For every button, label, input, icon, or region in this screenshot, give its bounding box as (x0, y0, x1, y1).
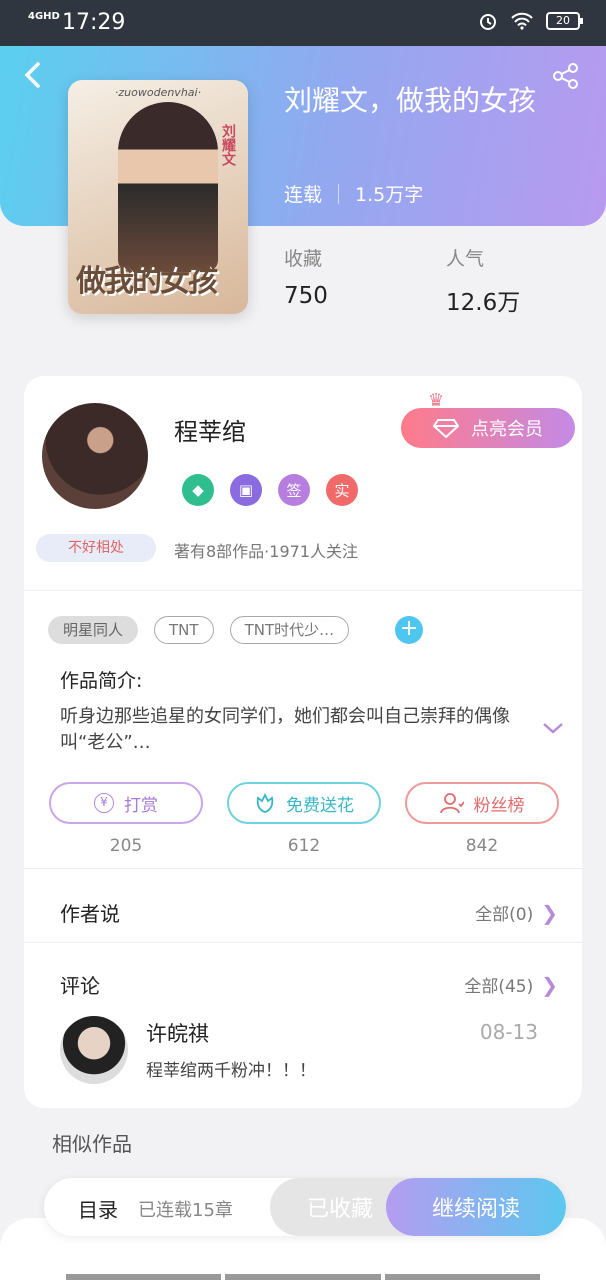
author-avatar[interactable] (42, 403, 148, 509)
tag-chip[interactable]: TNT时代少… (229, 616, 350, 644)
favorites-value: 750 (284, 283, 328, 309)
fans-count: 842 (465, 836, 499, 856)
flower-action: 免费送花 612 (227, 782, 381, 856)
favorites-label: 收藏 (284, 248, 323, 270)
comments-more[interactable]: 全部(45) ❯ (464, 972, 558, 998)
fans-action: 粉丝榜 842 (405, 782, 559, 856)
author-says-heading: 作者说 (60, 902, 120, 926)
bottom-action-bar: 目录 已连载15章 已收藏 继续阅读 (44, 1178, 566, 1236)
meta-divider (338, 183, 340, 204)
fans-ranking-button[interactable]: 粉丝榜 (405, 782, 559, 824)
tip-label: 打赏 (124, 795, 158, 816)
calendar-icon[interactable]: ▣ (230, 474, 262, 506)
action-buttons: ¥ 打赏 205 免费送花 612 粉丝榜 842 (49, 782, 559, 856)
comment-date: 08-13 (479, 1020, 538, 1044)
share-button[interactable] (552, 62, 580, 94)
signed-badge[interactable]: 签 (278, 474, 310, 506)
add-tag-button[interactable]: + (395, 616, 424, 644)
expand-intro-button[interactable] (542, 716, 564, 740)
tag-chip[interactable]: TNT (154, 616, 214, 644)
book-cover[interactable]: ·zuowodenvhai· 刘耀文 做我的女孩 (68, 80, 248, 314)
share-icon (553, 63, 578, 89)
status-time: 17:29 (62, 10, 126, 35)
commenter-avatar[interactable] (60, 1016, 128, 1084)
cover-subtitle: ·zuowodenvhai· (114, 86, 202, 99)
author-badges: ◆ ▣ 签 实 (182, 474, 358, 506)
toc-button[interactable]: 目录 (78, 1194, 118, 1223)
author-stats: 著有8部作品·1971人关注 (174, 542, 358, 561)
battery-icon: 20 (546, 12, 583, 30)
book-title: 刘耀文，做我的女孩 (284, 84, 537, 117)
flower-icon (256, 792, 274, 813)
favorites-stat: 收藏 750 (284, 244, 328, 309)
alarm-icon (480, 14, 496, 30)
yen-icon: ¥ (94, 793, 114, 813)
intro-text[interactable]: 听身边那些追星的女同学们，她们都会叫自己崇拜的偶像叫“老公”… (60, 704, 530, 756)
tip-button[interactable]: ¥ 打赏 (49, 782, 203, 824)
send-flower-button[interactable]: 免费送花 (227, 782, 381, 824)
tip-count: 205 (109, 836, 143, 856)
fans-ranking-label: 粉丝榜 (473, 795, 525, 816)
popularity-value: 12.6万 (446, 290, 521, 316)
divider (24, 942, 582, 943)
vip-button-label: 点亮会员 (471, 419, 543, 440)
book-status: 连载 (284, 184, 323, 206)
chapter-count: 已连载15章 (138, 1200, 233, 1221)
tip-action: ¥ 打赏 205 (49, 782, 203, 856)
chevron-left-icon (24, 62, 40, 88)
book-meta: 连载 1.5万字 (284, 180, 423, 207)
status-bar: 4GHD 17:29 20 (0, 0, 606, 46)
similar-works-heading: 相似作品 (52, 1132, 132, 1156)
vip-button[interactable]: 点亮会员 (401, 408, 575, 448)
tag-chip[interactable]: 明星同人 (48, 616, 139, 644)
verified-badge[interactable]: 实 (326, 474, 358, 506)
flower-count: 612 (287, 836, 321, 856)
network-indicator: 4GHD (28, 11, 60, 22)
chevron-right-icon: ❯ (541, 900, 558, 925)
send-flower-label: 免费送花 (286, 795, 354, 816)
divider (24, 868, 582, 869)
cover-side-text: 刘耀文 (220, 124, 236, 166)
chevron-right-icon: ❯ (541, 972, 558, 997)
status-icons: 20 (478, 11, 583, 31)
author-tag-pill: 不好相处 (36, 534, 156, 562)
popularity-label: 人气 (446, 248, 485, 270)
word-count: 1.5万字 (355, 184, 424, 206)
book-detail-card: 程莘绾 ♛ 点亮会员 ◆ ▣ 签 实 不好相处 著有8部作品·1971人关注 明… (24, 376, 582, 1108)
back-button[interactable] (22, 60, 42, 98)
cover-illustration (118, 102, 218, 272)
author-name[interactable]: 程莘绾 (174, 412, 246, 447)
popularity-stat: 人气 12.6万 (446, 244, 520, 317)
diamond-icon (433, 419, 459, 438)
divider (24, 590, 582, 591)
system-nav-bar (66, 1274, 540, 1280)
diamond-icon[interactable]: ◆ (182, 474, 214, 506)
continue-reading-button[interactable]: 继续阅读 (386, 1178, 566, 1236)
author-says-more[interactable]: 全部(0) ❯ (475, 900, 558, 926)
fans-icon (439, 793, 464, 814)
chevron-down-icon (543, 723, 563, 734)
wifi-icon (511, 12, 533, 30)
commenter-name[interactable]: 许皖祺 (146, 1018, 209, 1048)
comments-count: 全部(45) (464, 977, 534, 997)
book-tags: 明星同人 TNT TNT时代少… + (48, 616, 424, 644)
comments-heading: 评论 (60, 974, 100, 998)
author-says-count: 全部(0) (475, 905, 534, 925)
intro-heading: 作品简介: (60, 670, 143, 692)
cover-title: 做我的女孩 (76, 264, 218, 299)
comment-text[interactable]: 程莘绾两千粉冲！！！ (146, 1056, 316, 1081)
